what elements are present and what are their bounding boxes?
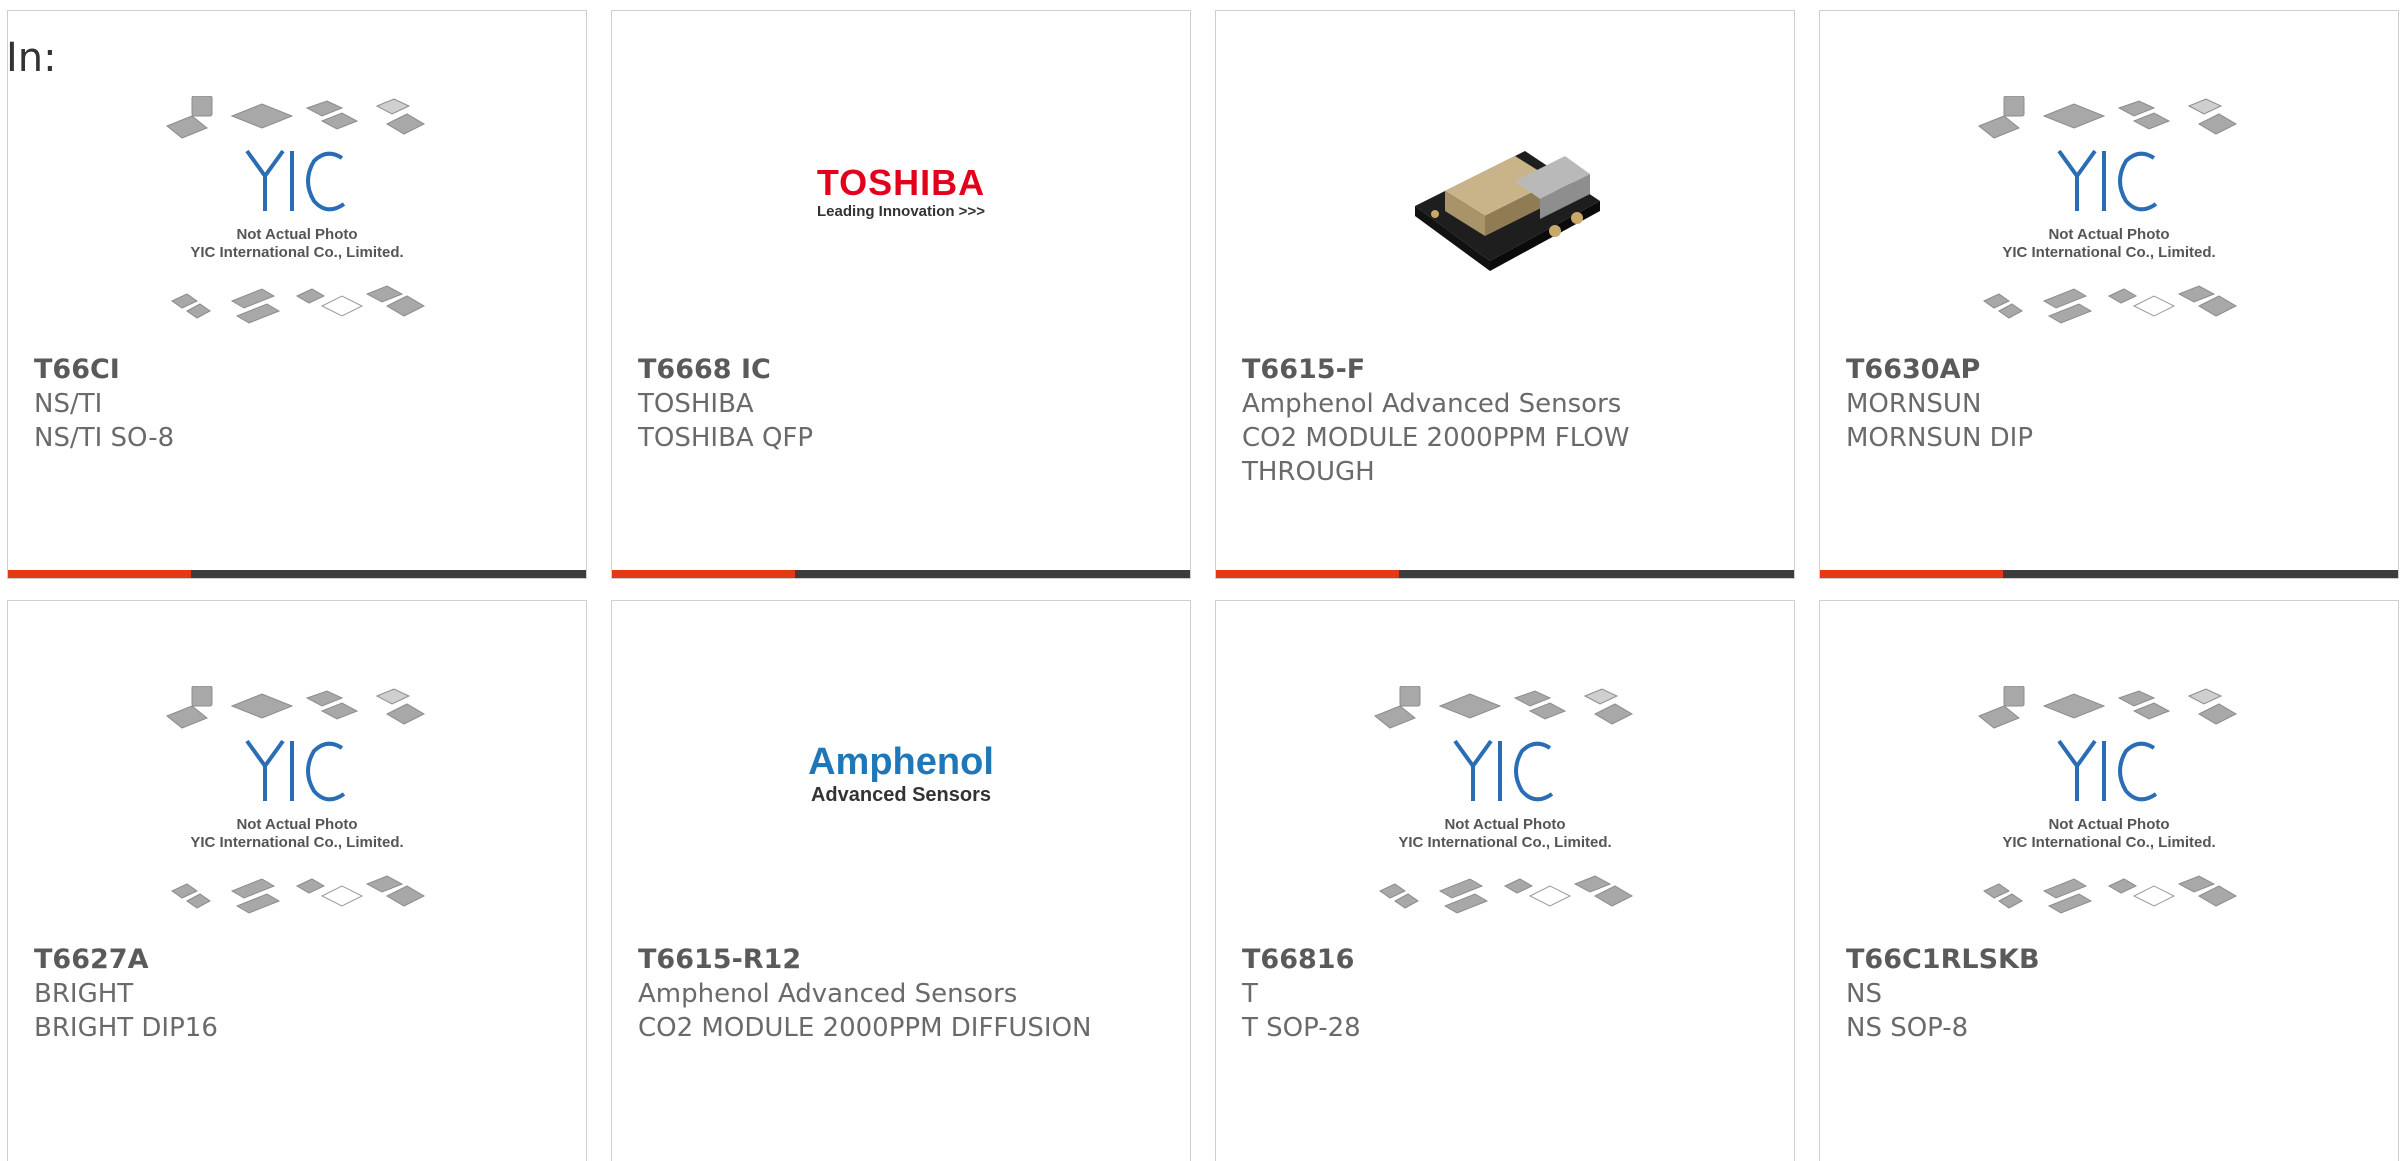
part-number-link[interactable]: T6615-R12 [638,943,1164,977]
product-image[interactable]: TOSHIBA Leading Innovation >>> [612,96,1190,356]
toshiba-logo-tagline: Leading Innovation >>> [817,203,985,220]
product-card[interactable]: Not Actual Photo YIC International Co., … [1819,600,2399,1161]
placeholder-caption: Not Actual Photo YIC International Co., … [1370,816,1640,852]
toshiba-logo: TOSHIBA Leading Innovation >>> [791,164,1011,222]
part-number-link[interactable]: T6615-F [1242,353,1768,387]
product-card[interactable]: TOSHIBA Leading Innovation >>> T6668 IC … [611,10,1191,579]
part-number-link[interactable]: T66CI [34,353,560,387]
placeholder-line1: Not Actual Photo [2048,226,2170,243]
manufacturer: NS/TI [34,389,103,419]
chip-placeholder-icon [1978,686,2238,914]
manufacturer: T [1242,979,1258,1009]
product-grid-page: In: Not Actual Photo YIC International C… [0,0,2400,1161]
toshiba-logo-name: TOSHIBA [816,162,986,203]
placeholder-image: Not Actual Photo YIC International Co., … [162,96,432,336]
chip-placeholder-icon [166,96,426,324]
manufacturer: MORNSUN [1846,389,1982,419]
product-image[interactable]: Not Actual Photo YIC International Co., … [8,96,586,356]
description: BRIGHT DIP16 [34,1013,218,1043]
product-info: T6630AP MORNSUN MORNSUN DIP [1846,353,2372,455]
placeholder-image: Not Actual Photo YIC International Co., … [162,686,432,926]
manufacturer: Amphenol Advanced Sensors [1242,389,1622,419]
product-card[interactable]: Not Actual Photo YIC International Co., … [7,10,587,579]
amphenol-logo: Amphenol Advanced Sensors [781,741,1021,807]
placeholder-image: Not Actual Photo YIC International Co., … [1974,686,2244,926]
placeholder-line2: YIC International Co., Limited. [190,834,404,851]
placeholder-line2: YIC International Co., Limited. [2002,834,2216,851]
manufacturer: TOSHIBA [638,389,754,419]
description: NS/TI SO-8 [34,423,175,453]
placeholder-caption: Not Actual Photo YIC International Co., … [1974,816,2244,852]
manufacturer: Amphenol Advanced Sensors [638,979,1018,1009]
in-label: In: [6,35,57,81]
description: NS SOP-8 [1846,1013,1969,1043]
product-card[interactable]: Not Actual Photo YIC International Co., … [1215,600,1795,1161]
product-image[interactable]: Not Actual Photo YIC International Co., … [1820,96,2398,356]
chip-placeholder-icon [1978,96,2238,324]
chip-placeholder-icon [1374,686,1634,914]
product-card[interactable]: Amphenol Advanced Sensors T6615-R12 Amph… [611,600,1191,1161]
placeholder-line1: Not Actual Photo [236,816,358,833]
description: MORNSUN DIP [1846,423,2034,453]
placeholder-line1: Not Actual Photo [1444,816,1566,833]
description: CO2 MODULE 2000PPM FLOW THROUGH [1242,423,1630,487]
product-info: T6627A BRIGHT BRIGHT DIP16 [34,943,560,1045]
placeholder-caption: Not Actual Photo YIC International Co., … [162,226,432,262]
co2-sensor-icon [1415,151,1600,271]
chip-placeholder-icon [166,686,426,914]
sensor-photo [1405,96,1605,296]
card-bottom-bar [1216,570,1794,578]
part-number-link[interactable]: T6627A [34,943,560,977]
product-info: T6615-F Amphenol Advanced Sensors CO2 MO… [1242,353,1768,489]
placeholder-line2: YIC International Co., Limited. [1398,834,1612,851]
placeholder-caption: Not Actual Photo YIC International Co., … [162,816,432,852]
description: T SOP-28 [1242,1013,1361,1043]
product-card[interactable]: T6615-F Amphenol Advanced Sensors CO2 MO… [1215,10,1795,579]
card-bottom-bar [612,570,1190,578]
product-info: T66816 T T SOP-28 [1242,943,1768,1045]
description: CO2 MODULE 2000PPM DIFFUSION [638,1013,1092,1043]
product-image[interactable]: Amphenol Advanced Sensors [612,686,1190,946]
card-accent-bar [1820,570,2003,578]
product-card[interactable]: Not Actual Photo YIC International Co., … [1819,10,2399,579]
product-image[interactable] [1216,96,1794,356]
product-info: T66C1RLSKB NS NS SOP-8 [1846,943,2372,1045]
product-card[interactable]: Not Actual Photo YIC International Co., … [7,600,587,1161]
product-info: T66CI NS/TI NS/TI SO-8 [34,353,560,455]
manufacturer: BRIGHT [34,979,134,1009]
amphenol-logo-tagline: Advanced Sensors [810,784,992,806]
product-info: T6615-R12 Amphenol Advanced Sensors CO2 … [638,943,1164,1045]
part-number-link[interactable]: T66C1RLSKB [1846,943,2372,977]
part-number-link[interactable]: T6630AP [1846,353,2372,387]
amphenol-logo-name: Amphenol [808,741,994,783]
card-accent-bar [8,570,191,578]
card-accent-bar [1216,570,1399,578]
placeholder-line1: Not Actual Photo [236,226,358,243]
manufacturer: NS [1846,979,1882,1009]
product-image[interactable]: Not Actual Photo YIC International Co., … [8,686,586,946]
part-number-link[interactable]: T66816 [1242,943,1768,977]
product-info: T6668 IC TOSHIBA TOSHIBA QFP [638,353,1164,455]
placeholder-image: Not Actual Photo YIC International Co., … [1370,686,1640,926]
card-bottom-bar [1820,570,2398,578]
card-accent-bar [612,570,795,578]
placeholder-line2: YIC International Co., Limited. [2002,244,2216,261]
placeholder-line1: Not Actual Photo [2048,816,2170,833]
placeholder-line2: YIC International Co., Limited. [190,244,404,261]
part-number-link[interactable]: T6668 IC [638,353,1164,387]
card-bottom-bar [8,570,586,578]
placeholder-image: Not Actual Photo YIC International Co., … [1974,96,2244,336]
product-image[interactable]: Not Actual Photo YIC International Co., … [1820,686,2398,946]
product-image[interactable]: Not Actual Photo YIC International Co., … [1216,686,1794,946]
placeholder-caption: Not Actual Photo YIC International Co., … [1974,226,2244,262]
description: TOSHIBA QFP [638,423,814,453]
